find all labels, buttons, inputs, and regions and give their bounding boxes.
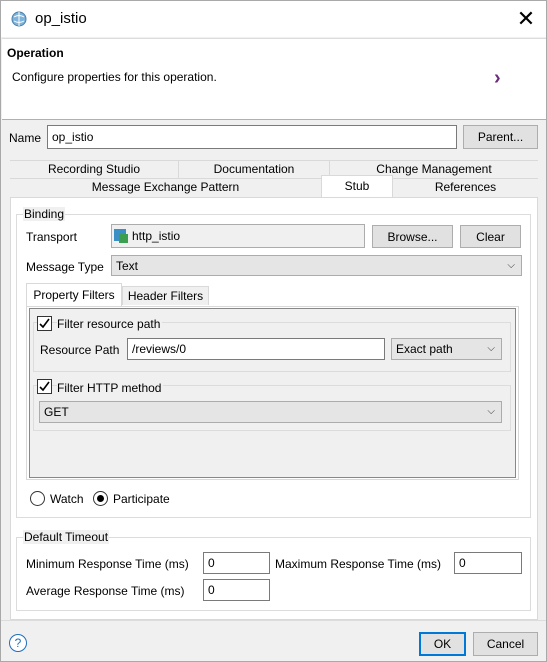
help-icon[interactable]: ? (9, 634, 27, 652)
http-method-value: GET (44, 405, 69, 419)
name-label: Name (9, 131, 42, 145)
header-panel: Operation Configure properties for this … (2, 38, 546, 120)
radio-selected-dot (97, 495, 104, 502)
ok-button[interactable]: OK (419, 632, 466, 656)
filter-http-method-checkbox[interactable] (37, 379, 52, 394)
participate-label: Participate (113, 492, 170, 506)
message-type-select[interactable]: Text ⌵ (111, 255, 522, 276)
message-type-value: Text (116, 259, 139, 273)
checkmark-icon (39, 318, 50, 329)
match-mode-value: Exact path (396, 342, 453, 356)
tab-references[interactable]: References (393, 178, 538, 196)
header-title: Operation (7, 46, 64, 60)
watch-label: Watch (50, 492, 84, 506)
checkmark-icon (39, 381, 50, 392)
match-mode-select[interactable]: Exact path ⌵ (391, 338, 502, 360)
dialog-window: op_istio ✕ Operation Configure propertie… (0, 0, 547, 662)
transport-field[interactable]: http_istio (111, 224, 365, 248)
transport-value: http_istio (132, 229, 181, 243)
window-title: op_istio (35, 10, 87, 27)
filter-resource-path-checkbox[interactable] (37, 316, 52, 331)
chevron-down-icon: ⌵ (487, 343, 495, 354)
http-method-select[interactable]: GET ⌵ (39, 401, 502, 423)
participate-radio[interactable] (93, 491, 108, 506)
max-response-input[interactable]: 0 (454, 552, 522, 574)
tab-stub[interactable]: Stub (321, 175, 393, 198)
max-response-label: Maximum Response Time (ms) (275, 557, 442, 571)
watch-radio[interactable] (30, 491, 45, 506)
tab-documentation[interactable]: Documentation (179, 160, 329, 178)
footer-divider (1, 620, 546, 621)
binding-group-label: Binding (23, 207, 66, 221)
close-icon[interactable]: ✕ (511, 4, 541, 34)
default-timeout-group (16, 537, 531, 611)
min-response-input[interactable]: 0 (203, 552, 270, 574)
default-timeout-label: Default Timeout (23, 530, 110, 544)
tab-header-filters[interactable]: Header Filters (122, 286, 209, 305)
min-response-label: Minimum Response Time (ms) (26, 557, 189, 571)
operation-globe-icon (11, 11, 27, 27)
cancel-button[interactable]: Cancel (473, 632, 538, 656)
tab-message-exchange-pattern[interactable]: Message Exchange Pattern (10, 178, 321, 196)
name-input[interactable]: op_istio (47, 125, 457, 149)
message-type-label: Message Type (26, 260, 104, 274)
clear-button[interactable]: Clear (460, 225, 521, 248)
filter-resource-path-label: Filter resource path (57, 317, 163, 331)
avg-response-input[interactable]: 0 (203, 579, 270, 601)
filter-http-method-label: Filter HTTP method (57, 381, 164, 395)
browse-button[interactable]: Browse... (372, 225, 453, 248)
transport-label: Transport (26, 230, 77, 244)
parent-button[interactable]: Parent... (463, 125, 538, 149)
resource-path-label: Resource Path (40, 343, 120, 357)
tab-property-filters[interactable]: Property Filters (26, 283, 122, 307)
tab-recording-studio[interactable]: Recording Studio (10, 160, 178, 178)
title-bar: op_istio ✕ (1, 1, 546, 37)
avg-response-label: Average Response Time (ms) (26, 584, 185, 598)
chevron-down-icon: ⌵ (487, 406, 495, 417)
resource-path-input[interactable]: /reviews/0 (127, 338, 385, 360)
chevron-right-icon: › (494, 67, 501, 89)
transport-icon (114, 229, 128, 243)
header-description: Configure properties for this operation. (12, 70, 217, 84)
chevron-down-icon: ⌵ (507, 260, 515, 271)
